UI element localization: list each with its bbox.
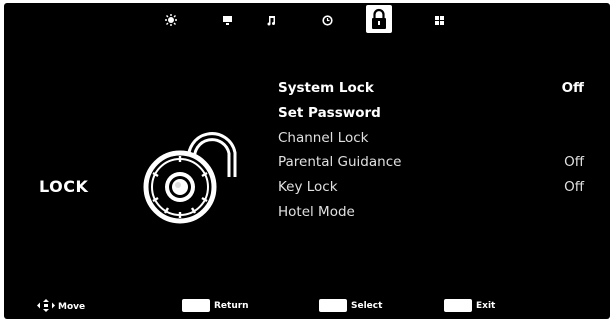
tab-picture[interactable]	[160, 9, 182, 31]
tv-menu-screen: LOCK System Lock Off Set Password Channe…	[4, 3, 610, 319]
sun-icon	[165, 14, 177, 26]
menu-tab-bar	[4, 3, 610, 37]
menu-item-label: Channel Lock	[278, 129, 369, 146]
menu-item-label: Parental Guidance	[278, 154, 402, 171]
padlock-icon	[370, 8, 388, 30]
hint-select-label: Select	[351, 300, 383, 311]
grid-icon	[434, 15, 445, 26]
hint-move-label: Move	[58, 302, 86, 312]
combination-lock-icon	[140, 131, 240, 231]
menu-item-value: Off	[561, 80, 584, 96]
lock-menu-list: System Lock Off Set Password Channel Loc…	[278, 76, 584, 225]
clock-icon	[321, 14, 333, 26]
tab-channel[interactable]	[216, 9, 238, 31]
tab-setup[interactable]	[428, 9, 450, 31]
hint-exit-label: Exit	[476, 300, 496, 311]
menu-item-system-lock[interactable]: System Lock Off	[278, 76, 584, 101]
hint-exit: Exit	[444, 299, 495, 312]
hint-return: Return	[182, 299, 249, 312]
section-title: LOCK	[39, 177, 89, 196]
menu-item-parental-guidance[interactable]: Parental Guidance Off	[278, 150, 584, 175]
tab-sound[interactable]	[260, 9, 282, 31]
menu-item-channel-lock[interactable]: Channel Lock	[278, 126, 584, 151]
hint-move: Move	[37, 299, 85, 315]
tab-lock[interactable]	[366, 5, 392, 33]
menu-item-hotel-mode[interactable]: Hotel Mode	[278, 200, 584, 225]
menu-item-key-lock[interactable]: Key Lock Off	[278, 175, 584, 200]
menu-item-set-password[interactable]: Set Password	[278, 101, 584, 126]
menu-item-value: Off	[564, 179, 584, 196]
menu-item-label: System Lock	[278, 80, 374, 96]
move-arrows-icon	[37, 299, 55, 315]
return-key-icon[interactable]	[182, 299, 210, 312]
menu-item-value: Off	[564, 154, 584, 171]
music-note-icon	[266, 15, 277, 26]
menu-item-label: Set Password	[278, 104, 381, 121]
menu-item-label: Key Lock	[278, 179, 338, 196]
hint-return-label: Return	[214, 300, 249, 311]
hint-select: Select	[319, 299, 382, 312]
select-key-icon[interactable]	[319, 299, 347, 312]
footer-hints: Move Return Select Exit	[4, 295, 610, 319]
menu-item-label: Hotel Mode	[278, 203, 355, 220]
exit-key-icon[interactable]	[444, 299, 472, 312]
tv-icon	[222, 15, 233, 26]
tab-time[interactable]	[316, 9, 338, 31]
